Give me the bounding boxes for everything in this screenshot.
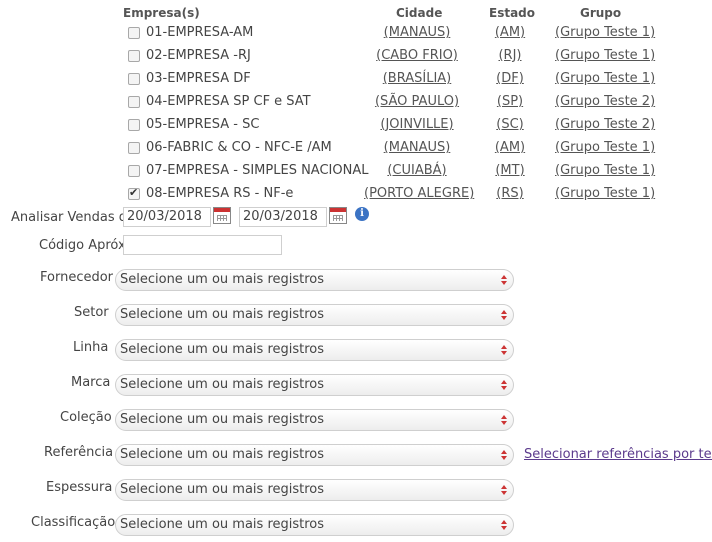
select-arrows-icon — [501, 413, 507, 427]
select-placeholder: Selecione um ou mais registros — [120, 447, 325, 462]
select-arrows-icon — [501, 483, 507, 497]
company-row: 04-EMPRESA SP CF e SAT (SÃO PAULO) (SP) … — [0, 92, 712, 114]
codigo-label: Código Apróx.: — [39, 238, 135, 253]
company-group-link[interactable]: (Grupo Teste 1) — [555, 48, 655, 63]
filter-label-linha: Linha — [73, 340, 109, 355]
company-checkbox[interactable] — [128, 50, 140, 62]
company-city-link[interactable]: (BRASÍLIA) — [364, 71, 470, 86]
vendas-label: Analisar Vendas de — [11, 210, 136, 225]
company-group-link[interactable]: (Grupo Teste 2) — [555, 94, 655, 109]
filter-label-espessura: Espessura — [46, 480, 113, 495]
select-placeholder: Selecione um ou mais registros — [120, 272, 325, 287]
company-name: 04-EMPRESA SP CF e SAT — [146, 94, 311, 109]
select-arrows-icon — [501, 378, 507, 392]
filter-label-fornecedor: Fornecedor — [40, 270, 114, 285]
filter-label-colecao: Coleção — [60, 410, 112, 425]
select-references-by-text-link[interactable]: Selecionar referências por texto — [524, 447, 712, 462]
company-name: 08-EMPRESA RS - NF-e — [146, 186, 294, 201]
company-name: 07-EMPRESA - SIMPLES NACIONAL — [146, 163, 369, 178]
select-arrows-icon — [501, 273, 507, 287]
company-row: 02-EMPRESA -RJ (CABO FRIO) (RJ) (Grupo T… — [0, 46, 712, 68]
company-city-link[interactable]: (MANAUS) — [364, 140, 470, 155]
select-placeholder: Selecione um ou mais registros — [120, 342, 325, 357]
select-arrows-icon — [501, 448, 507, 462]
filter-label-marca: Marca — [71, 375, 111, 390]
company-city-link[interactable]: (SÃO PAULO) — [364, 94, 470, 109]
company-group-link[interactable]: (Grupo Teste 2) — [555, 117, 655, 132]
company-checkbox[interactable] — [128, 186, 140, 200]
colecao-select[interactable]: Selecione um ou mais registros — [115, 409, 514, 431]
company-row: 03-EMPRESA DF (BRASÍLIA) (DF) (Grupo Tes… — [0, 69, 712, 91]
select-arrows-icon — [501, 308, 507, 322]
company-group-link[interactable]: (Grupo Teste 1) — [555, 71, 655, 86]
company-state-link[interactable]: (AM) — [490, 140, 530, 155]
company-name: 03-EMPRESA DF — [146, 71, 251, 86]
company-state-link[interactable]: (RJ) — [490, 48, 530, 63]
company-checkbox[interactable] — [128, 96, 140, 108]
fornecedor-select[interactable]: Selecione um ou mais registros — [115, 269, 514, 291]
company-row: 01-EMPRESA-AM (MANAUS) (AM) (Grupo Teste… — [0, 23, 712, 45]
info-icon[interactable]: i — [355, 207, 369, 221]
company-state-link[interactable]: (AM) — [490, 25, 530, 40]
company-state-link[interactable]: (SP) — [490, 94, 530, 109]
company-state-link[interactable]: (DF) — [490, 71, 530, 86]
filter-label-referencia: Referência — [44, 445, 114, 460]
company-city-link[interactable]: (PORTO ALEGRE) — [364, 186, 474, 201]
date-from-input[interactable]: 20/03/2018 — [123, 207, 211, 227]
company-state-link[interactable]: (SC) — [490, 117, 530, 132]
classificacao-select[interactable]: Selecione um ou mais registros — [115, 514, 514, 536]
setor-select[interactable]: Selecione um ou mais registros — [115, 304, 514, 326]
company-checkbox[interactable] — [128, 142, 140, 154]
company-city-link[interactable]: (CUIABÁ) — [364, 163, 470, 178]
company-city-link[interactable]: (JOINVILLE) — [364, 117, 470, 132]
company-checkbox[interactable] — [128, 27, 140, 39]
company-city-link[interactable]: (CABO FRIO) — [364, 48, 470, 63]
filter-label-setor: Setor — [74, 305, 109, 320]
header-empresas: Empresa(s) — [123, 6, 200, 20]
header-cidade: Cidade — [396, 6, 443, 20]
company-name: 01-EMPRESA-AM — [146, 25, 254, 40]
date-to-input[interactable]: 20/03/2018 — [239, 207, 327, 227]
company-group-link[interactable]: (Grupo Teste 1) — [555, 186, 655, 201]
company-row: 05-EMPRESA - SC (JOINVILLE) (SC) (Grupo … — [0, 115, 712, 137]
company-checkbox[interactable] — [128, 119, 140, 131]
select-placeholder: Selecione um ou mais registros — [120, 307, 325, 322]
header-estado: Estado — [489, 6, 536, 20]
company-row: 08-EMPRESA RS - NF-e (PORTO ALEGRE) (RS)… — [0, 184, 712, 206]
espessura-select[interactable]: Selecione um ou mais registros — [115, 479, 514, 501]
calendar-icon[interactable] — [213, 207, 231, 224]
company-row: 07-EMPRESA - SIMPLES NACIONAL (CUIABÁ) (… — [0, 161, 712, 183]
company-state-link[interactable]: (RS) — [490, 186, 530, 201]
company-group-link[interactable]: (Grupo Teste 1) — [555, 163, 655, 178]
company-row: 06-FABRIC & CO - NFC-E /AM (MANAUS) (AM)… — [0, 138, 712, 160]
header-grupo: Grupo — [580, 6, 622, 20]
select-placeholder: Selecione um ou mais registros — [120, 517, 325, 532]
codigo-input[interactable] — [123, 235, 282, 255]
company-group-link[interactable]: (Grupo Teste 1) — [555, 25, 655, 40]
company-checkbox[interactable] — [128, 73, 140, 85]
select-placeholder: Selecione um ou mais registros — [120, 412, 325, 427]
select-arrows-icon — [501, 518, 507, 532]
filter-label-classificacao: Classificação — [31, 515, 116, 530]
calendar-icon[interactable] — [329, 207, 347, 224]
company-checkbox[interactable] — [128, 165, 140, 177]
select-placeholder: Selecione um ou mais registros — [120, 377, 325, 392]
company-name: 02-EMPRESA -RJ — [146, 48, 251, 63]
company-name: 05-EMPRESA - SC — [146, 117, 260, 132]
company-name: 06-FABRIC & CO - NFC-E /AM — [146, 140, 332, 155]
linha-select[interactable]: Selecione um ou mais registros — [115, 339, 514, 361]
referencia-select[interactable]: Selecione um ou mais registros — [115, 444, 514, 466]
marca-select[interactable]: Selecione um ou mais registros — [115, 374, 514, 396]
company-city-link[interactable]: (MANAUS) — [364, 25, 470, 40]
company-group-link[interactable]: (Grupo Teste 1) — [555, 140, 655, 155]
select-placeholder: Selecione um ou mais registros — [120, 482, 325, 497]
company-state-link[interactable]: (MT) — [490, 163, 530, 178]
select-arrows-icon — [501, 343, 507, 357]
